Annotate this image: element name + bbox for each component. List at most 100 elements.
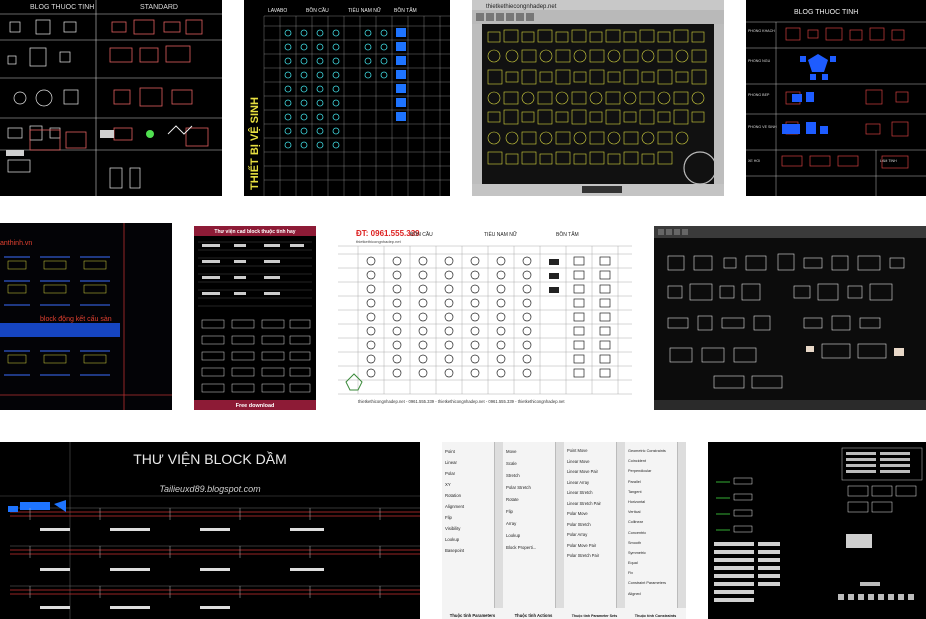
image-result-block-thuoc-tinh-standard[interactable]: BLOG THUOC TINH STANDARD xyxy=(0,0,222,196)
cad-thumbnail-11 xyxy=(714,447,923,602)
palette-item[interactable]: Smooth xyxy=(628,538,676,548)
tile9-title: THƯ VIỆN BLOCK DẦM xyxy=(133,451,287,467)
image-result-thu-vien-block-dam[interactable]: THƯ VIỆN BLOCK DẦM Tailieuxd89.blogspot.… xyxy=(0,442,420,619)
palette-item[interactable]: Polar Move xyxy=(567,509,615,520)
palette-parameter-sets-list: Point Move Linear Move Linear Move Pair … xyxy=(567,446,615,562)
palette-item[interactable]: Lookup xyxy=(445,534,493,545)
palette-item[interactable]: Coincident xyxy=(628,456,676,466)
palette-item[interactable]: Polar Stretch xyxy=(567,520,615,531)
palette-item[interactable]: Visibility xyxy=(445,523,493,534)
tile5-caption: block động kết cấu sàn xyxy=(40,314,112,323)
tile3-titlebar: thietkethiecongnhadep.net xyxy=(486,4,557,10)
tile4-title: BLOG THUOC TINH xyxy=(794,9,858,16)
image-result-autocad-furniture-cars[interactable] xyxy=(654,226,926,410)
palette-item[interactable]: Move xyxy=(506,446,554,458)
palette-item[interactable]: Polar Array xyxy=(567,530,615,541)
palette-item[interactable]: Point Move xyxy=(567,446,615,457)
palette-item[interactable]: Array xyxy=(506,518,554,530)
palette-item[interactable]: Polar Move Pair xyxy=(567,541,615,552)
tile2-cat3: TIỂU NAM NỮ xyxy=(348,7,382,14)
image-result-bon-cau-tieu-nam-nu-bon-tam[interactable]: ĐT: 0961.555.339 BỒN CẦU TIỂU NAM NỮ BỒN… xyxy=(338,222,632,410)
cad-thumbnail-7: ĐT: 0961.555.339 BỒN CẦU TIỂU NAM NỮ BỒN… xyxy=(338,222,632,410)
palette-item[interactable]: Horizontal xyxy=(628,497,676,507)
tile7-cat1: BỒN CẦU xyxy=(410,231,433,238)
palette-item[interactable]: Equal xyxy=(628,558,676,568)
tile2-cat4: BỒN TẮM xyxy=(394,6,417,14)
tile4-row4: PHONG VE SINH xyxy=(748,125,777,129)
cad-thumbnail-9: THƯ VIỆN BLOCK DẦM Tailieuxd89.blogspot.… xyxy=(0,442,420,619)
tile2-cat1: LAVABO xyxy=(268,8,287,14)
palette-item[interactable]: Linear Stretch Pair xyxy=(567,499,615,510)
palette-item[interactable]: Rotate xyxy=(506,494,554,506)
tile5-site: anthinh.vn xyxy=(0,240,32,247)
image-result-thuoc-tinh-palettes[interactable]: Point Linear Polar XY Rotation Alignment… xyxy=(442,442,686,619)
image-result-thu-vien-cad-block[interactable]: Thư viện cad block thuộc tính hay Free d… xyxy=(194,226,316,410)
palette-item[interactable]: Concentric xyxy=(628,528,676,538)
palette-item[interactable]: Linear xyxy=(445,457,493,468)
tile4-row3: PHONG BEP xyxy=(748,93,770,97)
tile1-title: BLOG THUOC TINH xyxy=(30,4,94,11)
image-result-cad-layout-sheet[interactable] xyxy=(708,442,926,619)
cad-thumbnail-1: BLOG THUOC TINH STANDARD xyxy=(0,0,222,196)
tile6-footer: Free download xyxy=(236,403,275,409)
palette-actions: Move Scale Stretch Polar Stretch Rotate … xyxy=(503,442,565,619)
palette-item: Constraint Parameters xyxy=(628,581,666,586)
palette-parameters: Point Linear Polar XY Rotation Alignment… xyxy=(442,442,504,619)
image-result-blog-thuoc-tinh-rooms[interactable]: BLOG THUOC TINH PHONG KHACH PHONG NGU PH… xyxy=(746,0,926,196)
tile7-cat3: BỒN TẮM xyxy=(556,230,579,238)
tile1-subtitle: STANDARD xyxy=(140,4,178,11)
palette-item[interactable]: Linear Move xyxy=(567,457,615,468)
tile7-footer: thietkethicongnhadep.net - 0961.555.339 … xyxy=(358,399,565,404)
tile4-row6: LAM TINH xyxy=(880,159,897,163)
palette-item[interactable]: Basepoint xyxy=(445,545,493,556)
palette-item[interactable]: Polar Stretch xyxy=(506,482,554,494)
tile4-row5: XE HOI xyxy=(748,159,760,163)
tile4-row2: PHONG NGU xyxy=(748,59,771,63)
palette-item[interactable]: Block Properti... xyxy=(506,542,554,554)
tile6-header: Thư viện cad block thuộc tính hay xyxy=(214,229,295,235)
palette-item[interactable]: Alignment xyxy=(445,501,493,512)
palette-parameter-sets: Point Move Linear Move Linear Move Pair … xyxy=(564,442,626,619)
palette-side-tab xyxy=(555,442,564,608)
cad-thumbnail-4: BLOG THUOC TINH PHONG KHACH PHONG NGU PH… xyxy=(746,9,926,196)
palette-item[interactable]: Scale xyxy=(506,458,554,470)
tile4-row1: PHONG KHACH xyxy=(748,29,775,33)
palette-actions-list: Move Scale Stretch Polar Stretch Rotate … xyxy=(506,446,554,554)
palette-constraints: Geometric Constraints Coincident Perpend… xyxy=(625,442,686,619)
palette-constraints-list: Geometric Constraints Coincident Perpend… xyxy=(628,446,676,599)
image-result-anthinh-ket-cau-san[interactable]: anthinh.vn block động kết cấu sàn xyxy=(0,223,172,410)
palette-item[interactable]: Polar Stretch Pair xyxy=(567,551,615,562)
palette-item[interactable]: Stretch xyxy=(506,470,554,482)
tile7-cat2: TIỂU NAM NỮ xyxy=(484,231,518,238)
palette-parameters-title: Thuộc tính Parameters xyxy=(449,613,496,618)
palette-item[interactable]: Linear Move Pair xyxy=(567,467,615,478)
palette-item[interactable]: Tangent xyxy=(628,487,676,497)
palette-item[interactable]: Perpendicular xyxy=(628,466,676,476)
palette-side-tab xyxy=(677,442,686,608)
palette-item[interactable]: Aligned xyxy=(628,589,676,599)
image-result-thiet-bi-ve-sinh[interactable]: LAVABO BỒN CẦU TIỂU NAM NỮ BỒN TẮM THIẾT… xyxy=(244,0,450,196)
palette-item[interactable]: Point xyxy=(445,446,493,457)
palette-item: Geometric Constraints xyxy=(628,449,666,453)
palette-item[interactable]: Vertical xyxy=(628,507,676,517)
cad-thumbnail-5: anthinh.vn block động kết cấu sàn xyxy=(0,223,172,410)
palette-item[interactable]: Fix xyxy=(628,568,676,578)
palette-item[interactable]: Lookup xyxy=(506,530,554,542)
palette-item[interactable]: Flip xyxy=(445,512,493,523)
palette-item[interactable]: Collinear xyxy=(628,517,676,527)
palette-item[interactable]: Rotation xyxy=(445,490,493,501)
image-result-autocad-window[interactable]: thietkethiecongnhadep.net xyxy=(472,0,724,196)
cad-thumbnail-3: thietkethiecongnhadep.net xyxy=(472,0,724,196)
tile2-vertical-title: THIẾT BỊ VỆ SINH xyxy=(248,97,261,190)
cad-thumbnail-2: LAVABO BỒN CẦU TIỂU NAM NỮ BỒN TẮM THIẾT… xyxy=(248,6,450,196)
palette-item[interactable]: Polar xyxy=(445,468,493,479)
palette-parameters-list: Point Linear Polar XY Rotation Alignment… xyxy=(445,446,493,556)
palette-item[interactable]: Linear Array xyxy=(567,478,615,489)
palette-item[interactable]: Parallel xyxy=(628,477,676,487)
palette-item[interactable]: XY xyxy=(445,479,493,490)
palette-item[interactable]: Flip xyxy=(506,506,554,518)
palette-item[interactable]: Symmetric xyxy=(628,548,676,558)
tile7-website: thietkethicongnhadep.net xyxy=(356,239,402,244)
palette-item[interactable]: Linear Stretch xyxy=(567,488,615,499)
cad-thumbnail-8 xyxy=(654,226,926,410)
